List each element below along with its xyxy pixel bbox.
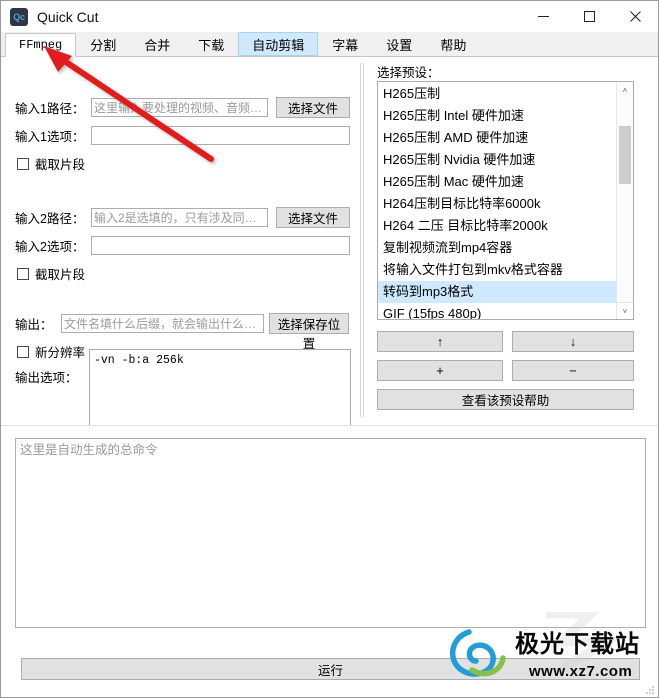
list-item-selected[interactable]: 转码到mp3格式 bbox=[378, 281, 616, 303]
input1-path-label: 输入1路径： bbox=[15, 102, 85, 116]
output-label: 输出： bbox=[15, 318, 53, 332]
input2-path-input[interactable] bbox=[91, 208, 268, 227]
list-item[interactable]: H265压制 Nvidia 硬件加速 bbox=[378, 149, 616, 171]
resize-grip[interactable] bbox=[645, 685, 655, 695]
input1-options-row: 输入1选项： bbox=[15, 126, 350, 145]
output-options-row: 输出选项： bbox=[15, 367, 78, 386]
input2-options-input[interactable] bbox=[91, 236, 350, 255]
input1-clip-checkbox[interactable] bbox=[17, 157, 29, 170]
tab-download[interactable]: 下载 bbox=[184, 32, 238, 56]
output-path-input[interactable] bbox=[61, 314, 264, 333]
window-title: Quick Cut bbox=[37, 8, 99, 25]
scroll-down-icon[interactable]: ˅ bbox=[617, 302, 633, 319]
tab-split[interactable]: 分割 bbox=[76, 32, 130, 56]
choose-file-button-1[interactable]: 选择文件 bbox=[276, 97, 350, 118]
choose-save-location-button[interactable]: 选择保存位置 bbox=[269, 313, 349, 351]
tab-subtitle[interactable]: 字幕 bbox=[318, 32, 372, 56]
close-icon[interactable] bbox=[612, 1, 658, 32]
new-resolution-label: 新分辨率 bbox=[35, 346, 86, 360]
list-item[interactable]: H264 二压 目标比特率2000k bbox=[378, 215, 616, 237]
list-item[interactable]: GIF (15fps 480p) bbox=[378, 303, 616, 319]
preset-list-scrollbar[interactable]: ˄ ˅ bbox=[616, 82, 633, 319]
input1-path-row: 输入1路径： 选择文件 bbox=[15, 97, 350, 118]
list-item[interactable]: H264压制目标比特率6000k bbox=[378, 193, 616, 215]
input1-path-input[interactable] bbox=[91, 98, 268, 117]
preset-listbox[interactable]: H265压制 H265压制 Intel 硬件加速 H265压制 AMD 硬件加速… bbox=[377, 81, 634, 320]
preset-help-button[interactable]: 查看该预设帮助 bbox=[377, 389, 634, 410]
list-item[interactable]: 将输入文件打包到mkv格式容器 bbox=[378, 259, 616, 281]
move-preset-up-button[interactable]: ↑ bbox=[377, 331, 503, 352]
minimize-icon[interactable] bbox=[520, 1, 566, 32]
generated-command-textarea[interactable] bbox=[15, 438, 646, 628]
tab-help[interactable]: 帮助 bbox=[426, 32, 480, 56]
scrollbar-thumb[interactable] bbox=[619, 126, 631, 184]
run-button[interactable]: 运行 bbox=[21, 658, 640, 680]
move-preset-down-button[interactable]: ↓ bbox=[512, 331, 634, 352]
tab-auto-edit[interactable]: 自动剪辑 bbox=[238, 32, 319, 56]
top-panes: 输入1路径： 选择文件 输入1选项： 截取片段 输入2路径： bbox=[1, 57, 658, 433]
output-row: 输出： 选择保存位置 bbox=[15, 313, 349, 351]
input2-clip-checkbox-row[interactable]: 截取片段 bbox=[17, 264, 85, 283]
input1-clip-checkbox-row[interactable]: 截取片段 bbox=[17, 154, 85, 173]
output-options-label: 输出选项： bbox=[15, 371, 78, 385]
input2-clip-checkbox[interactable] bbox=[17, 267, 29, 280]
list-item[interactable]: H265压制 AMD 硬件加速 bbox=[378, 127, 616, 149]
input1-options-input[interactable] bbox=[91, 126, 350, 145]
ffmpeg-form-pane: 输入1路径： 选择文件 输入1选项： 截取片段 输入2路径： bbox=[1, 57, 359, 433]
input2-clip-label: 截取片段 bbox=[35, 268, 86, 282]
tab-ffmpeg[interactable]: FFmpeg bbox=[5, 33, 77, 57]
pane-splitter[interactable] bbox=[360, 63, 364, 417]
remove-preset-button[interactable]: − bbox=[512, 360, 634, 381]
window-controls bbox=[520, 1, 658, 32]
command-pane: 运行 bbox=[1, 425, 658, 697]
preset-pane: 选择预设： H265压制 H265压制 Intel 硬件加速 H265压制 AM… bbox=[365, 57, 658, 425]
new-resolution-checkbox[interactable] bbox=[17, 345, 29, 358]
preset-section-label: 选择预设： bbox=[377, 66, 440, 80]
input2-options-label: 输入2选项： bbox=[15, 240, 85, 254]
preset-list-items: H265压制 H265压制 Intel 硬件加速 H265压制 AMD 硬件加速… bbox=[378, 82, 616, 319]
tab-bar: FFmpeg 分割 合并 下载 自动剪辑 字幕 设置 帮助 bbox=[1, 32, 658, 57]
input1-options-label: 输入1选项： bbox=[15, 130, 85, 144]
list-item[interactable]: H265压制 Intel 硬件加速 bbox=[378, 105, 616, 127]
choose-file-button-2[interactable]: 选择文件 bbox=[276, 207, 350, 228]
tab-settings[interactable]: 设置 bbox=[372, 32, 426, 56]
list-item[interactable]: H265压制 bbox=[378, 83, 616, 105]
input2-path-row: 输入2路径： 选择文件 bbox=[15, 207, 350, 228]
maximize-icon[interactable] bbox=[566, 1, 612, 32]
input2-path-label: 输入2路径： bbox=[15, 212, 85, 226]
app-window: Qc Quick Cut FFmpeg 分割 合并 下载 自动剪辑 字幕 设置 … bbox=[0, 0, 659, 698]
new-resolution-checkbox-row[interactable]: 新分辨率 bbox=[17, 342, 85, 361]
main-content: 输入1路径： 选择文件 输入1选项： 截取片段 输入2路径： bbox=[1, 57, 658, 697]
input2-options-row: 输入2选项： bbox=[15, 236, 350, 255]
title-bar: Qc Quick Cut bbox=[1, 1, 658, 32]
app-icon: Qc bbox=[10, 7, 28, 26]
list-item[interactable]: 复制视频流到mp4容器 bbox=[378, 237, 616, 259]
input1-clip-label: 截取片段 bbox=[35, 158, 86, 172]
list-item[interactable]: H265压制 Mac 硬件加速 bbox=[378, 171, 616, 193]
scroll-up-icon[interactable]: ˄ bbox=[617, 82, 633, 98]
output-options-textarea[interactable] bbox=[89, 349, 351, 433]
tab-merge[interactable]: 合并 bbox=[130, 32, 184, 56]
add-preset-button[interactable]: + bbox=[377, 360, 503, 381]
